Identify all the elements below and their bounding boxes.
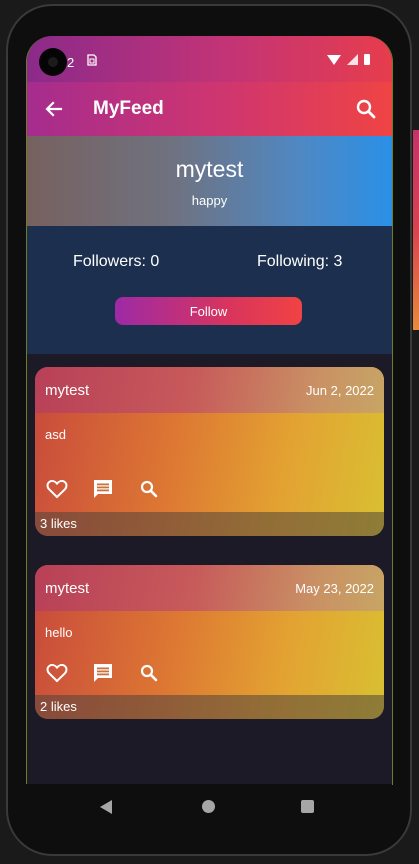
comment-button[interactable] xyxy=(91,661,115,685)
profile-name: mytest xyxy=(175,156,244,182)
like-button[interactable] xyxy=(45,477,69,501)
followers-count[interactable]: Followers: 0 xyxy=(73,253,159,271)
post-date: May 23, 2022 xyxy=(295,581,374,596)
like-button[interactable] xyxy=(45,661,69,685)
post-feed: mytest Jun 2, 2022 asd 3 likes mytest Ma… xyxy=(27,354,392,784)
search-button[interactable] xyxy=(352,95,380,123)
post-card[interactable]: mytest May 23, 2022 hello 2 likes xyxy=(35,565,384,719)
app-title: MyFeed xyxy=(93,98,164,119)
search-icon xyxy=(140,480,158,498)
nav-back-button[interactable] xyxy=(100,800,112,814)
profile-header: mytest happy xyxy=(27,136,392,226)
back-button[interactable] xyxy=(41,96,67,122)
signal-icon xyxy=(347,54,358,65)
post-body: hello 2 likes xyxy=(35,611,384,719)
battery-icon xyxy=(364,54,370,65)
background-window-edge xyxy=(413,130,419,330)
nav-recents-button[interactable] xyxy=(301,800,314,813)
app-bar: MyFeed xyxy=(27,82,392,136)
heart-outline-icon xyxy=(46,664,68,683)
camera-cutout xyxy=(39,48,67,76)
comment-icon xyxy=(94,480,112,498)
search-post-button[interactable] xyxy=(137,661,161,685)
likes-count: 2 likes xyxy=(35,695,384,719)
search-icon xyxy=(356,99,376,119)
sim-card-icon xyxy=(87,54,97,69)
post-actions xyxy=(45,477,161,501)
likes-label: 3 likes xyxy=(40,516,77,531)
post-card[interactable]: mytest Jun 2, 2022 asd 3 likes xyxy=(35,367,384,536)
app-screen: 2 MyFeed mytest happy Followers: 0 Follo… xyxy=(26,36,393,785)
post-author[interactable]: mytest xyxy=(45,382,89,399)
stats-panel: Followers: 0 Following: 3 Follow xyxy=(27,226,392,354)
likes-count: 3 likes xyxy=(35,512,384,536)
status-time: 2 xyxy=(67,55,75,70)
post-actions xyxy=(45,661,161,685)
status-icons xyxy=(327,54,370,65)
comment-icon xyxy=(94,664,112,682)
status-bar: 2 xyxy=(27,36,392,82)
post-text: asd xyxy=(45,427,66,442)
post-header: mytest May 23, 2022 xyxy=(35,565,384,611)
system-nav-bar xyxy=(26,784,392,832)
post-body: asd 3 likes xyxy=(35,413,384,536)
comment-button[interactable] xyxy=(91,477,115,501)
post-text: hello xyxy=(45,625,73,640)
post-header: mytest Jun 2, 2022 xyxy=(35,367,384,413)
following-count[interactable]: Following: 3 xyxy=(257,253,342,271)
search-post-button[interactable] xyxy=(137,477,161,501)
wifi-icon xyxy=(327,54,341,65)
post-author[interactable]: mytest xyxy=(45,580,89,597)
arrow-back-icon xyxy=(45,101,63,117)
phone-frame: 2 MyFeed mytest happy Followers: 0 Follo… xyxy=(0,0,419,864)
nav-home-button[interactable] xyxy=(202,800,215,813)
post-date: Jun 2, 2022 xyxy=(306,383,374,398)
heart-outline-icon xyxy=(46,480,68,499)
follow-button[interactable]: Follow xyxy=(115,297,302,325)
profile-status: happy xyxy=(191,193,228,208)
search-icon xyxy=(140,664,158,682)
likes-label: 2 likes xyxy=(40,699,77,714)
